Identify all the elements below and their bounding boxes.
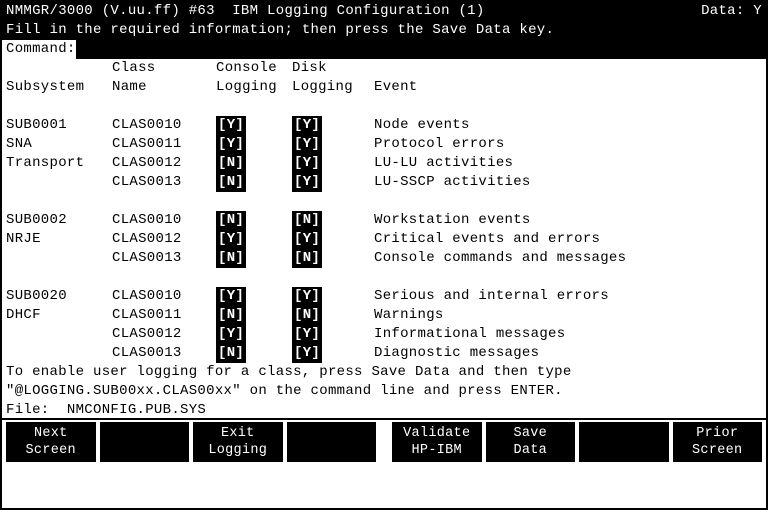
table-row: SNACLAS0011[Y][Y]Protocol errors [2,135,766,154]
subsystem-cell [6,249,112,268]
event-cell: Critical events and errors [374,230,766,249]
title-bar: NMMGR/3000 (V.uu.ff) #63 IBM Logging Con… [2,2,766,21]
class-cell: CLAS0012 [112,325,216,344]
class-cell: CLAS0013 [112,249,216,268]
col-event: Event [374,78,766,97]
class-cell: CLAS0010 [112,211,216,230]
disk-toggle[interactable]: [N] [292,249,322,268]
disk-toggle[interactable]: [Y] [292,135,322,154]
table-row: DHCFCLAS0011[N][N]Warnings [2,306,766,325]
table-row: CLAS0013[N][N]Console commands and messa… [2,249,766,268]
event-cell: Diagnostic messages [374,344,766,363]
command-input[interactable] [76,40,766,59]
file-line: File: NMCONFIG.PUB.SYS [2,401,766,420]
col-console: Console [216,59,292,78]
subsystem-cell: Transport [6,154,112,173]
class-cell: CLAS0010 [112,287,216,306]
fkey-validate[interactable]: ValidateHP-IBM [392,422,482,462]
disk-toggle[interactable]: [Y] [292,116,322,135]
fkey-f7[interactable] [579,422,669,462]
fkey-exit-logging[interactable]: ExitLogging [193,422,283,462]
console-toggle[interactable]: [Y] [216,287,246,306]
event-cell: LU-LU activities [374,154,766,173]
console-toggle[interactable]: [N] [216,249,246,268]
disk-toggle[interactable]: [Y] [292,325,322,344]
command-label: Command: [2,40,76,59]
table-row: CLAS0013[N] [Y] Diagnostic messages [2,344,766,363]
table-row: SUB0020CLAS0010[Y][Y]Serious and interna… [2,287,766,306]
class-cell: CLAS0010 [112,116,216,135]
table-row: NRJECLAS0012[Y][Y]Critical events and er… [2,230,766,249]
subsystem-cell: NRJE [6,230,112,249]
class-cell: CLAS0012 [112,230,216,249]
disk-toggle[interactable]: [Y] [292,230,322,249]
subsystem-cell [6,325,112,344]
fkey-prior-screen[interactable]: PriorScreen [673,422,763,462]
event-cell: Workstation events [374,211,766,230]
event-cell: Warnings [374,306,766,325]
disk-toggle[interactable]: [Y] [292,154,322,173]
subsystem-cell: SUB0001 [6,116,112,135]
col-subsystem: Subsystem [6,78,112,97]
col-disk: Disk [292,59,374,78]
subsystem-cell: SNA [6,135,112,154]
subsystem-cell: SUB0002 [6,211,112,230]
subsystem-cell [6,344,112,363]
subsystem-cell: SUB0020 [6,287,112,306]
console-toggle[interactable]: [Y] [216,230,246,249]
subsystem-cell [6,173,112,192]
fkey-next-screen[interactable]: NextScreen [6,422,96,462]
console-toggle[interactable]: [Y] [216,116,246,135]
class-cell: CLAS0013 [112,344,216,363]
footer-note-2: "@LOGGING.SUB00xx.CLAS00xx" on the comma… [2,382,766,401]
instruction-line: Fill in the required information; then p… [2,21,766,40]
event-cell: Console commands and messages [374,249,766,268]
app-title: NMMGR/3000 (V.uu.ff) #63 IBM Logging Con… [6,2,485,21]
subsystem-cell: DHCF [6,306,112,325]
table-row: CLAS0013[N] [Y] LU-SSCP activities [2,173,766,192]
class-cell: CLAS0012 [112,154,216,173]
console-toggle[interactable]: [Y] [216,135,246,154]
table-row: CLAS0012[Y][Y]Informational messages [2,325,766,344]
console-toggle[interactable]: [N] [216,344,246,363]
event-cell: Informational messages [374,325,766,344]
class-cell: CLAS0011 [112,135,216,154]
fkey-f4[interactable] [287,422,377,462]
command-line: Command: [2,40,766,59]
table-row: SUB0002CLAS0010[N][N]Workstation events [2,211,766,230]
event-cell: Serious and internal errors [374,287,766,306]
disk-toggle[interactable]: [N] [292,211,322,230]
col-class: Class [112,59,216,78]
event-cell: Protocol errors [374,135,766,154]
console-toggle[interactable]: [N] [216,154,246,173]
console-toggle[interactable]: [N] [216,306,246,325]
footer-note-1: To enable user logging for a class, pres… [2,363,766,382]
data-flag: Data: Y [701,2,762,21]
event-cell: Node events [374,116,766,135]
console-toggle[interactable]: [N] [216,173,246,192]
column-headers: Class Console Disk Subsystem Name Loggin… [2,59,766,97]
disk-toggle[interactable]: [Y] [292,173,322,192]
event-cell: LU-SSCP activities [374,173,766,192]
disk-toggle[interactable]: [Y] [292,287,322,306]
disk-toggle[interactable]: [N] [292,306,322,325]
console-toggle[interactable]: [N] [216,211,246,230]
disk-toggle[interactable]: [Y] [292,344,322,363]
function-keys: NextScreen ExitLogging ValidateHP-IBM Sa… [2,420,766,466]
table-row: TransportCLAS0012[N] [Y] LU-LU activities [2,154,766,173]
console-toggle[interactable]: [Y] [216,325,246,344]
class-cell: CLAS0011 [112,306,216,325]
class-cell: CLAS0013 [112,173,216,192]
table-row: SUB0001CLAS0010[Y][Y]Node events [2,116,766,135]
fkey-f2[interactable] [100,422,190,462]
fkey-save-data[interactable]: SaveData [486,422,576,462]
